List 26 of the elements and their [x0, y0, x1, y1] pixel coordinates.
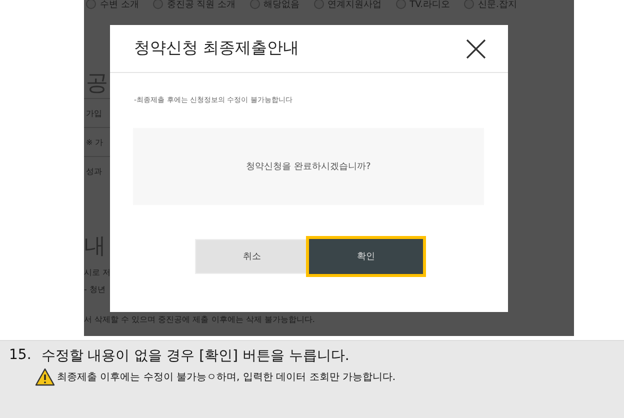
notice-text: 시로 저: [84, 267, 111, 278]
confirm-button[interactable]: 확인: [309, 239, 423, 274]
form-label: 성과: [86, 166, 102, 176]
step-instruction: 수정할 내용이 없을 경우 [확인] 버튼을 누릅니다.: [41, 347, 350, 365]
cancel-button[interactable]: 취소: [195, 239, 309, 274]
radio-button[interactable]: [152, 0, 163, 9]
radio-label: TV.라디오: [410, 0, 450, 10]
radio-label: 중진공 직원 소개: [166, 0, 236, 10]
radio-label: 수변 소개: [100, 0, 139, 10]
step-number: 15.: [9, 347, 32, 365]
close-icon[interactable]: [466, 38, 486, 58]
radio-label: 해당없음: [264, 0, 300, 10]
form-label: 가입: [86, 108, 102, 118]
warning-text: 최종제출 이후에는 수정이 불가능ㅇ하며, 입력한 데이터 조회만 가능합니다.: [57, 371, 396, 384]
radio-button[interactable]: [250, 0, 260, 9]
dialog-title: 청약신청 최종제출안내: [134, 38, 300, 59]
radio-button[interactable]: [86, 0, 96, 9]
warning-icon: [35, 368, 55, 386]
radio-label: 연계지원사업: [328, 0, 382, 10]
notice-text: - 청년: [84, 284, 106, 295]
confirm-question: 청약신청을 완료하시겠습니까?: [246, 161, 371, 173]
notice-text: 서 삭제할 수 있으며 중진공에 제출 이후에는 삭제 불가능합니다.: [84, 314, 315, 325]
radio-button[interactable]: [396, 0, 406, 9]
radio-button[interactable]: [314, 0, 324, 9]
radio-button[interactable]: [464, 0, 474, 9]
radio-label: 신문.잡지: [478, 0, 517, 10]
